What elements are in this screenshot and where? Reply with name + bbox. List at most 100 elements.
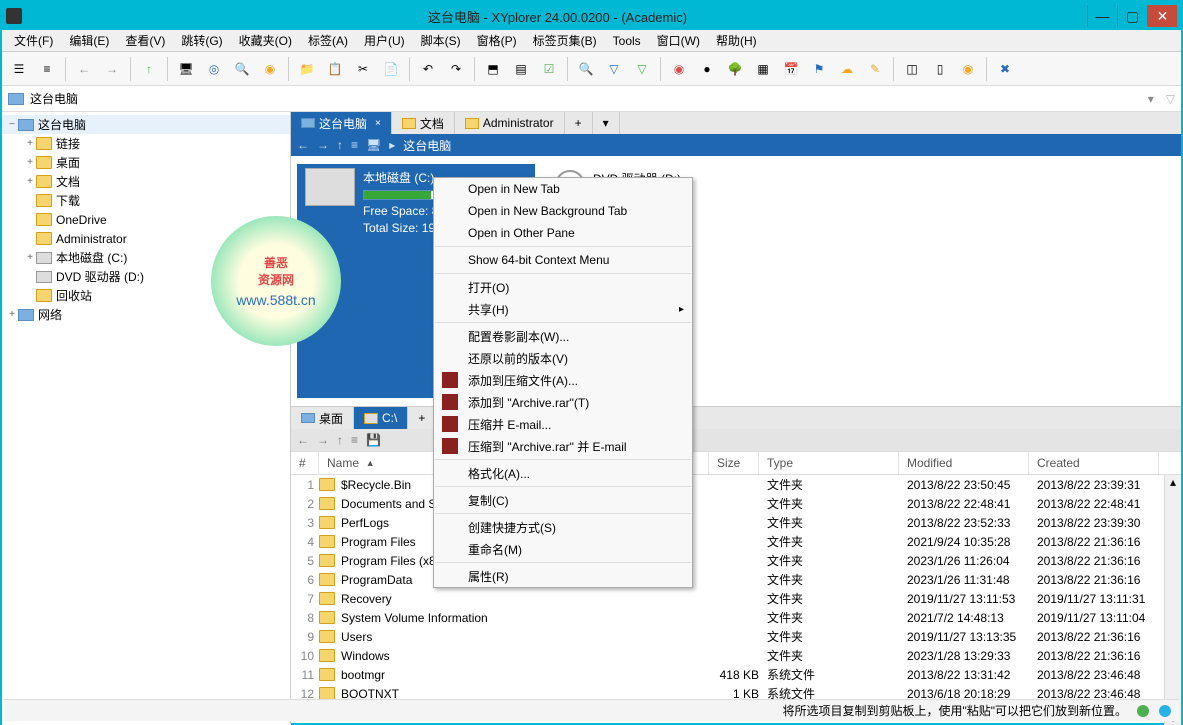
file-row[interactable]: 5Program Files (x86)文件夹2023/1/26 11:26:0… — [291, 551, 1181, 570]
col-size[interactable]: Size — [709, 452, 759, 474]
file-row[interactable]: 4Program Files文件夹2021/9/24 10:35:282013/… — [291, 532, 1181, 551]
tree-item[interactable]: +链接 — [2, 134, 290, 153]
menu-item[interactable]: 脚本(S) — [415, 30, 467, 51]
maximize-button[interactable]: ▢ — [1117, 5, 1147, 27]
tree-item[interactable]: +文档 — [2, 172, 290, 191]
context-menu-item[interactable]: 添加到压缩文件(A)... — [434, 369, 692, 391]
expand-icon[interactable]: + — [24, 252, 36, 263]
back-button[interactable]: ← — [71, 56, 97, 82]
context-menu-item[interactable]: 重命名(M) — [434, 538, 692, 560]
close-button[interactable]: ✕ — [1147, 5, 1177, 27]
tools-icon[interactable]: ✖ — [992, 56, 1018, 82]
menu-item[interactable]: 标签(A) — [302, 30, 354, 51]
search-icon[interactable]: 🔍 — [229, 56, 255, 82]
address-dropdown[interactable]: ▾ — [1148, 92, 1154, 106]
menu-item[interactable]: 查看(V) — [119, 30, 171, 51]
context-menu-item[interactable]: Open in New Tab — [434, 178, 692, 200]
col-created[interactable]: Created — [1029, 452, 1159, 474]
cut-icon[interactable]: ✂ — [350, 56, 376, 82]
new-tab-button[interactable]: + — [565, 112, 593, 134]
pane1-menu-icon[interactable]: ≡ — [351, 138, 358, 152]
file-row[interactable]: 1$Recycle.Bin文件夹2013/8/22 23:50:452013/8… — [291, 475, 1181, 494]
calendar-icon[interactable]: 📅 — [778, 56, 804, 82]
context-menu-item[interactable]: Open in Other Pane — [434, 222, 692, 244]
expand-icon[interactable]: + — [24, 176, 36, 187]
pane2-back[interactable]: ← — [297, 433, 309, 447]
cloud-icon[interactable]: ☁ — [834, 56, 860, 82]
context-menu-item[interactable]: 复制(C) — [434, 489, 692, 511]
list-button[interactable]: ≡ — [34, 56, 60, 82]
power-icon[interactable]: ◉ — [257, 56, 283, 82]
circle-icon[interactable]: ◉ — [955, 56, 981, 82]
pane1-tab[interactable]: Administrator — [455, 112, 565, 134]
paste-icon[interactable]: 📄 — [378, 56, 404, 82]
file-row[interactable]: 11bootmgr418 KB系统文件2013/8/22 13:31:42201… — [291, 665, 1181, 684]
menu-item[interactable]: 文件(F) — [8, 30, 59, 51]
window-icon[interactable]: ▤ — [508, 56, 534, 82]
pane1-crumb[interactable]: 这台电脑 — [403, 137, 451, 154]
pane1-tab[interactable]: 文档 — [392, 112, 455, 134]
menu-item[interactable]: 收藏夹(O) — [233, 30, 298, 51]
expand-icon[interactable]: + — [24, 157, 36, 168]
pane1-monitor-icon[interactable]: 🖥 — [366, 138, 381, 152]
tree-item[interactable]: 下载 — [2, 191, 290, 210]
context-menu-item[interactable]: 格式化(A)... — [434, 462, 692, 484]
expand-icon[interactable]: + — [6, 309, 18, 320]
copy-icon[interactable]: 📋 — [322, 56, 348, 82]
pane2-tab[interactable]: 桌面 — [291, 407, 354, 429]
forward-button[interactable]: → — [99, 56, 125, 82]
menu-item[interactable]: 跳转(G) — [175, 30, 228, 51]
file-row[interactable]: 6ProgramData文件夹2023/1/26 11:31:482013/8/… — [291, 570, 1181, 589]
filter2-icon[interactable]: ▽ — [629, 56, 655, 82]
redo-icon[interactable]: ↷ — [443, 56, 469, 82]
minimize-button[interactable]: — — [1087, 5, 1117, 27]
spiral-icon[interactable]: ◉ — [666, 56, 692, 82]
address-input[interactable] — [30, 92, 1148, 106]
expand-icon[interactable]: − — [6, 119, 18, 130]
filter-button[interactable]: ▽ — [1166, 92, 1175, 106]
pencil-icon[interactable]: ✎ — [862, 56, 888, 82]
context-menu-item[interactable]: 创建快捷方式(S) — [434, 516, 692, 538]
flag-icon[interactable]: ⚑ — [806, 56, 832, 82]
up-button[interactable]: ↑ — [136, 56, 162, 82]
scrollbar[interactable]: ▴ ▾ — [1164, 475, 1181, 725]
find-icon[interactable]: 🔍 — [573, 56, 599, 82]
panel-icon[interactable]: ▯ — [927, 56, 953, 82]
monitor-icon[interactable]: 🖥 — [173, 56, 199, 82]
tab-close-icon[interactable]: × — [375, 118, 381, 129]
pane2-drive-icon[interactable]: 💾 — [366, 433, 381, 447]
check-icon[interactable]: ☑ — [536, 56, 562, 82]
pane1-back[interactable]: ← — [297, 138, 309, 152]
menu-item[interactable]: Tools — [607, 32, 647, 50]
pane2-tab[interactable]: C:\ — [354, 407, 408, 429]
pane1-tab[interactable]: 这台电脑× — [291, 112, 392, 134]
pane1-fwd[interactable]: → — [317, 138, 329, 152]
context-menu-item[interactable]: 压缩到 "Archive.rar" 并 E-mail — [434, 435, 692, 457]
pane1-up[interactable]: ↑ — [337, 138, 343, 152]
tree-item[interactable]: +桌面 — [2, 153, 290, 172]
file-row[interactable]: 3PerfLogs文件夹2013/8/22 23:52:332013/8/22 … — [291, 513, 1181, 532]
grid-icon[interactable]: ▦ — [750, 56, 776, 82]
context-menu-item[interactable]: 压缩并 E-mail... — [434, 413, 692, 435]
file-row[interactable]: 7Recovery文件夹2019/11/27 13:11:532019/11/2… — [291, 589, 1181, 608]
nav-up-button[interactable]: ☰ — [6, 56, 32, 82]
file-row[interactable]: 2Documents and S文件夹2013/8/22 22:48:41201… — [291, 494, 1181, 513]
context-menu-item[interactable]: 配置卷影副本(W)... — [434, 325, 692, 347]
file-row[interactable]: 9Users文件夹2019/11/27 13:13:352013/8/22 21… — [291, 627, 1181, 646]
pane2-up[interactable]: ↑ — [337, 433, 343, 447]
menu-item[interactable]: 标签页集(B) — [527, 30, 603, 51]
new-folder-icon[interactable]: 📁 — [294, 56, 320, 82]
context-menu-item[interactable]: 属性(R) — [434, 565, 692, 587]
col-num[interactable]: # — [291, 452, 319, 474]
menu-item[interactable]: 窗口(W) — [651, 30, 706, 51]
menu-item[interactable]: 窗格(P) — [471, 30, 523, 51]
file-row[interactable]: 10Windows文件夹2023/1/28 13:29:332013/8/22 … — [291, 646, 1181, 665]
col-modified[interactable]: Modified — [899, 452, 1029, 474]
file-row[interactable]: 8System Volume Information文件夹2021/7/2 14… — [291, 608, 1181, 627]
tree-icon[interactable]: 🌳 — [722, 56, 748, 82]
expand-icon[interactable]: + — [24, 138, 36, 149]
pane2-menu-icon[interactable]: ≡ — [351, 433, 358, 447]
target-icon[interactable]: ◎ — [201, 56, 227, 82]
split-icon[interactable]: ◫ — [899, 56, 925, 82]
menu-item[interactable]: 编辑(E) — [63, 30, 115, 51]
